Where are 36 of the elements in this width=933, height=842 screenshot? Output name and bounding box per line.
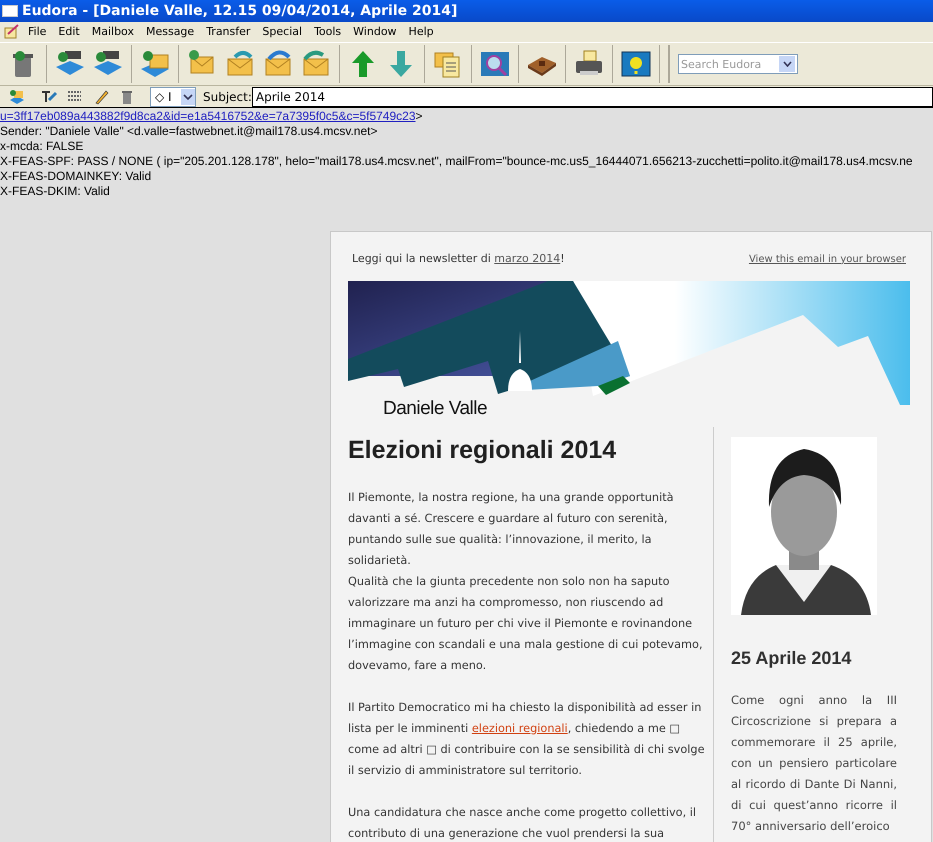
header-line: X-FEAS-SPF: PASS / NONE ( ip="205.201.128.178", helo="mail178.us4.mcsv.net", mailFrom="bounce-mc.us5_16444071.656213-zucchetti=polito.it@mail178.us4.mcsv.ne [0, 154, 913, 168]
archive-link[interactable]: marzo 2014 [494, 252, 560, 265]
header-line: Sender: "Daniele Valle" <d.valle=fastwebnet.it@mail178.us4.mcsv.net> [0, 124, 378, 138]
subject-field[interactable]: Aprile 2014 [252, 86, 933, 106]
notepad-icon[interactable] [4, 24, 20, 40]
side-heading: 25 Aprile 2014 [731, 646, 852, 670]
intro-text: Leggi qui la newsletter di marzo 2014! [352, 251, 565, 267]
paragraph: Il Piemonte, la nostra regione, ha una grande opportunità davanti a sé. Crescere e guardare al futuro con serenità, puntando sulle sue qualità: l’innovazione, il merito, la solidarietà. [348, 490, 675, 568]
browser-link[interactable]: View this email in your browser [748, 252, 906, 267]
window-icon [2, 5, 18, 17]
paragraph: Il Partito Democratico mi ha chiesto la disponibilità ad esser in lista per le imminenti elezioni regionali, chiedendo a me □ come ad altri □ di contribuire con la se sensibilità di chi svolge il servizio di amministratore sul territorio. [348, 700, 706, 778]
subject-label: Subject: [203, 88, 252, 106]
menu-item[interactable]: Tools [308, 24, 348, 40]
inline-link[interactable]: elezioni regionali [472, 722, 568, 734]
menu-item[interactable]: File [22, 24, 52, 40]
envelope-tray-icon[interactable] [8, 88, 26, 106]
header-link[interactable]: u=3ff17eb089a443882f9d8ca2&id=e1a5416752&e=7a7395f0c5&c=5f5749c23 [0, 109, 416, 123]
side-paragraph: Come ogni anno la III Circoscrizione si prepara a commemorare il 25 aprile, con un pensiero particolare al ricordo di Dante Di Nanni, di cui quest’anno ricorre il 70° anniversario dell’eroico [731, 692, 897, 834]
menu-item[interactable]: Window [347, 24, 403, 40]
paragraph: Qualità che la giunta precedente non solo non ha saputo valorizzare ma anzi ha compromesso, non riuscendo ad immaginare un futuro per chi vive il Piemonte e rovinandone l’immagine con scandali e una mala gestione di cui potevamo, dovevamo, fare a meno. [348, 574, 704, 674]
menu-item[interactable]: Transfer [200, 24, 256, 40]
menu-item[interactable]: Edit [52, 24, 86, 40]
search-box[interactable]: Search Eudora [678, 54, 798, 74]
header-line: X-FEAS-DKIM: Valid [0, 184, 110, 198]
priority-dropdown[interactable]: ◇ I [150, 86, 196, 106]
menu-item[interactable]: Message [140, 24, 200, 40]
menu-item[interactable]: Help [402, 24, 440, 40]
newsletter-heading: Elezioni regionali 2014 [348, 434, 618, 464]
header-line: X-FEAS-DOMAINKEY: Valid [0, 169, 152, 183]
paragraph: Una candidatura che nasce anche come progetto collettivo, il contributo di una generazione che vuol prendersi la sua [348, 804, 698, 842]
header-text: > [416, 109, 423, 123]
banner-name: Daniele Valle [383, 396, 488, 420]
menu-item[interactable]: Mailbox [86, 24, 140, 40]
window-title: Eudora - [Daniele Valle, 12.15 09/04/2014, Aprile 2014] [22, 2, 458, 20]
header-line: x-mcda: FALSE [0, 139, 84, 153]
menu-item[interactable]: Special [256, 24, 308, 40]
